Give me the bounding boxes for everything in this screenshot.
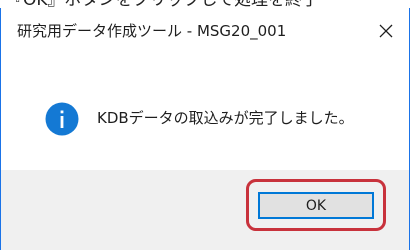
dialog-content: KDBデータの取込みが完了しました。 — [1, 54, 409, 164]
ok-button[interactable]: OK — [258, 192, 374, 219]
info-icon — [45, 102, 79, 136]
dialog-titlebar: 研究用データ作成ツール - MSG20_001 — [1, 8, 409, 54]
dialog-title: 研究用データ作成ツール - MSG20_001 — [17, 22, 287, 40]
close-icon — [379, 24, 393, 38]
close-button[interactable] — [371, 17, 401, 45]
dialog-message: KDBデータの取込みが完了しました。 — [97, 109, 354, 127]
screenshot: 『OK』ボタンをクリックして処理を終了 研究用データ作成ツール - MSG20_… — [0, 0, 411, 250]
